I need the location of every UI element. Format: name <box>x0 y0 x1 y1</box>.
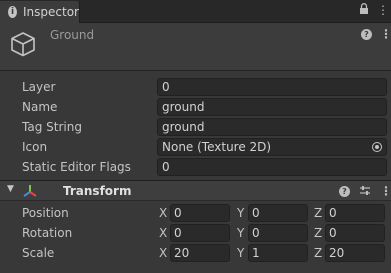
property-label: Position <box>22 206 69 220</box>
divider <box>0 70 391 71</box>
axis-label-z[interactable]: Z <box>314 206 322 220</box>
scale-x-field[interactable]: 20 <box>170 244 230 262</box>
name-field[interactable]: ground <box>157 98 387 116</box>
lock-icon[interactable] <box>359 3 369 17</box>
rotation-x-field[interactable]: 0 <box>170 224 230 242</box>
help-icon[interactable]: ? <box>361 29 372 40</box>
header-menu-icon[interactable]: ⋮ <box>380 28 391 40</box>
transform-row-scale: Scale X 20 Y 1 Z 20 <box>0 243 391 263</box>
tag-field[interactable]: ground <box>157 118 387 136</box>
property-label: Layer <box>22 80 56 94</box>
tab-bar: i Inspector ⋮ <box>0 0 391 23</box>
cube-icon <box>11 32 35 57</box>
property-label: Scale <box>22 246 55 260</box>
transform-row-rotation: Rotation X 0 Y 0 Z 0 <box>0 223 391 243</box>
property-row-layer: Layer 0 <box>0 77 391 97</box>
axis-label-x[interactable]: X <box>159 226 167 240</box>
tab-label: Inspector <box>23 5 79 19</box>
component-menu-icon[interactable]: ⋮ <box>380 185 391 197</box>
transform-header[interactable]: ▼ Transform ? ⋮ <box>0 180 391 201</box>
axis-label-x[interactable]: X <box>159 206 167 220</box>
property-label: Static Editor Flags <box>22 160 131 174</box>
property-row-icon: Icon None (Texture 2D) <box>0 137 391 157</box>
scale-z-field[interactable]: 20 <box>325 244 385 262</box>
position-x-field[interactable]: 0 <box>170 204 230 222</box>
foldout-arrow-icon[interactable]: ▼ <box>7 184 14 194</box>
layer-field[interactable]: 0 <box>157 78 387 96</box>
property-row-static-flags: Static Editor Flags 0 <box>0 157 391 177</box>
component-title: Transform <box>63 184 132 198</box>
axis-label-y[interactable]: Y <box>237 226 244 240</box>
presets-icon[interactable] <box>359 185 371 198</box>
scale-y-field[interactable]: 1 <box>248 244 308 262</box>
property-label: Icon <box>22 140 48 154</box>
property-label: Rotation <box>22 226 73 240</box>
axis-label-y[interactable]: Y <box>237 206 244 220</box>
property-label: Tag String <box>22 120 82 134</box>
rotation-z-field[interactable]: 0 <box>325 224 385 242</box>
property-row-tag: Tag String ground <box>0 117 391 137</box>
position-y-field[interactable]: 0 <box>248 204 308 222</box>
tab-inspector[interactable]: i Inspector <box>0 1 80 23</box>
icon-field[interactable]: None (Texture 2D) <box>157 138 387 156</box>
property-label: Name <box>22 100 58 114</box>
static-flags-field[interactable]: 0 <box>157 158 387 176</box>
tab-menu-icon[interactable]: ⋮ <box>377 3 389 17</box>
axis-label-z[interactable]: Z <box>314 226 322 240</box>
object-picker-icon[interactable] <box>372 142 382 152</box>
object-header: Ground ? ⋮ <box>0 23 391 70</box>
property-row-name: Name ground <box>0 97 391 117</box>
axis-label-z[interactable]: Z <box>314 246 322 260</box>
transform-row-position: Position X 0 Y 0 Z 0 <box>0 203 391 223</box>
rotation-y-field[interactable]: 0 <box>248 224 308 242</box>
transform-axes-icon <box>23 185 37 197</box>
icon-field-value: None (Texture 2D) <box>162 140 272 154</box>
info-icon: i <box>8 6 18 18</box>
position-z-field[interactable]: 0 <box>325 204 385 222</box>
help-icon[interactable]: ? <box>339 186 350 197</box>
axis-label-y[interactable]: Y <box>237 246 244 260</box>
object-name[interactable]: Ground <box>50 28 94 42</box>
axis-label-x[interactable]: X <box>159 246 167 260</box>
